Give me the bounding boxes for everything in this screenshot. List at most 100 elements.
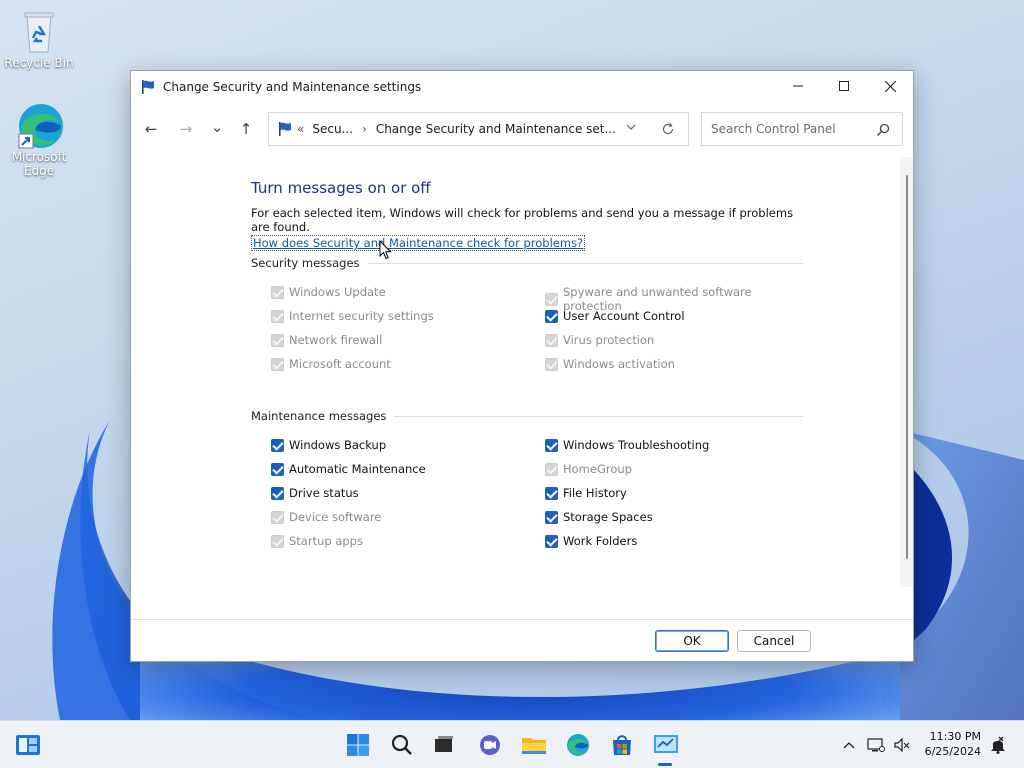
checkbox-box[interactable] (271, 534, 284, 548)
desktop-icon-recycle-bin[interactable]: Recycle Bin (4, 8, 74, 70)
title-bar[interactable]: Change Security and Maintenance settings (131, 71, 913, 103)
show-hidden-icons-button[interactable] (839, 735, 859, 755)
search-box[interactable] (701, 112, 903, 146)
checkbox-windows-backup[interactable]: Windows Backup (271, 438, 386, 452)
taskbar-search-button[interactable] (388, 731, 416, 759)
checkbox-box[interactable] (271, 438, 284, 452)
desktop-icon-edge[interactable]: Microsoft Edge (4, 102, 74, 178)
breadcrumb-current[interactable]: Change Security and Maintenance set... (376, 122, 616, 136)
checkbox-box[interactable] (271, 486, 284, 500)
checkbox-windows-troubleshooting[interactable]: Windows Troubleshooting (545, 438, 709, 452)
section-title: Security messages (251, 256, 360, 270)
checkbox-box[interactable] (545, 292, 558, 306)
back-button[interactable]: ← (139, 117, 163, 141)
checkbox-work-folders[interactable]: Work Folders (545, 534, 637, 548)
checkbox-box[interactable] (271, 333, 284, 347)
recent-locations-button[interactable]: ⌄ (205, 115, 229, 139)
mouse-cursor-icon (379, 239, 393, 263)
checkbox-label: Microsoft account (289, 357, 391, 371)
maintenance-messages-header: Maintenance messages (251, 409, 803, 423)
chevron-down-icon: ⌄ (210, 118, 224, 136)
checkbox-virus-protection[interactable]: Virus protection (545, 333, 654, 347)
ok-button[interactable]: OK (655, 630, 729, 652)
refresh-icon[interactable] (661, 122, 675, 139)
cancel-button[interactable]: Cancel (737, 630, 811, 652)
breadcrumb-overflow[interactable]: « (297, 122, 304, 136)
scrollbar-thumb[interactable] (906, 175, 908, 559)
checkbox-network-firewall[interactable]: Network firewall (271, 333, 382, 347)
page-title: Turn messages on or off (251, 179, 431, 197)
edge-icon (567, 734, 589, 756)
checkbox-box[interactable] (545, 534, 558, 548)
checkbox-windows-activation[interactable]: Windows activation (545, 357, 675, 371)
checkbox-internet-security[interactable]: Internet security settings (271, 309, 434, 323)
close-button[interactable] (867, 71, 913, 101)
checkbox-file-history[interactable]: File History (545, 486, 627, 500)
notifications-button[interactable] (988, 735, 1008, 755)
control-panel-taskbar-button[interactable] (652, 731, 680, 759)
checkbox-box[interactable] (545, 333, 558, 347)
checkbox-label: Windows activation (563, 357, 675, 371)
speaker-muted-icon (894, 737, 910, 753)
recycle-bin-icon (17, 8, 61, 53)
forward-arrow-icon: → (179, 120, 193, 138)
minimize-button[interactable] (775, 71, 821, 101)
forward-button[interactable]: → (174, 117, 198, 141)
checkbox-device-software[interactable]: Device software (271, 510, 381, 524)
control-panel-icon (654, 735, 678, 753)
checkbox-microsoft-account[interactable]: Microsoft account (271, 357, 391, 371)
task-view-icon (435, 736, 453, 752)
chat-button[interactable] (476, 731, 504, 759)
checkbox-box[interactable] (271, 357, 284, 371)
search-icon[interactable] (876, 123, 890, 140)
up-button[interactable]: ↑ (234, 117, 258, 141)
checkbox-windows-update[interactable]: Windows Update (271, 285, 386, 299)
desktop-icon-label: Microsoft Edge (11, 150, 67, 178)
checkbox-box[interactable] (271, 510, 284, 524)
checkbox-box[interactable] (271, 462, 284, 476)
checkbox-startup-apps[interactable]: Startup apps (271, 534, 363, 548)
taskbar: 11:30 PM 6/25/2024 (0, 720, 1024, 768)
section-divider (394, 415, 803, 417)
security-messages-header: Security messages (251, 256, 803, 270)
help-link[interactable]: How does Security and Maintenance check … (251, 235, 586, 251)
checkbox-label: Windows Backup (289, 438, 387, 452)
checkbox-drive-status[interactable]: Drive status (271, 486, 359, 500)
volume-button[interactable] (892, 735, 912, 755)
checkbox-automatic-maintenance[interactable]: Automatic Maintenance (271, 462, 426, 476)
store-button[interactable] (608, 731, 636, 759)
breadcrumb-security[interactable]: Secu... (312, 122, 353, 136)
file-explorer-button[interactable] (520, 731, 548, 759)
checkbox-label: File History (563, 486, 627, 500)
checkbox-box[interactable] (545, 510, 558, 524)
search-input[interactable] (711, 122, 871, 136)
checkbox-box[interactable] (545, 309, 558, 323)
checkbox-box[interactable] (545, 357, 558, 371)
checkbox-box[interactable] (545, 438, 558, 452)
start-icon (347, 734, 369, 756)
checkbox-box[interactable] (545, 462, 558, 476)
edge-taskbar-button[interactable] (564, 731, 592, 759)
network-button[interactable] (866, 735, 886, 755)
task-view-button[interactable] (430, 731, 458, 759)
checkbox-box[interactable] (271, 285, 284, 299)
breadcrumb-separator[interactable]: › (362, 122, 367, 136)
checkbox-user-account-control[interactable]: User Account Control (545, 309, 685, 323)
store-icon (613, 735, 631, 755)
checkbox-homegroup[interactable]: HomeGroup (545, 462, 632, 476)
close-icon (884, 80, 896, 92)
checkbox-box[interactable] (545, 486, 558, 500)
address-bar[interactable]: « Secu... › Change Security and Maintena… (268, 112, 689, 146)
up-arrow-icon: ↑ (239, 120, 253, 138)
maximize-button[interactable] (821, 71, 867, 101)
address-dropdown-icon[interactable] (625, 121, 637, 136)
start-button[interactable] (344, 731, 372, 759)
caption-buttons (775, 71, 913, 101)
checkbox-storage-spaces[interactable]: Storage Spaces (545, 510, 653, 524)
flag-icon (277, 121, 293, 137)
security-maintenance-window: Change Security and Maintenance settings… (130, 70, 914, 662)
checkbox-box[interactable] (271, 309, 284, 323)
system-clock[interactable]: 11:30 PM 6/25/2024 (925, 729, 981, 759)
checkbox-label: Windows Update (289, 285, 386, 299)
widgets-button[interactable] (14, 731, 42, 759)
